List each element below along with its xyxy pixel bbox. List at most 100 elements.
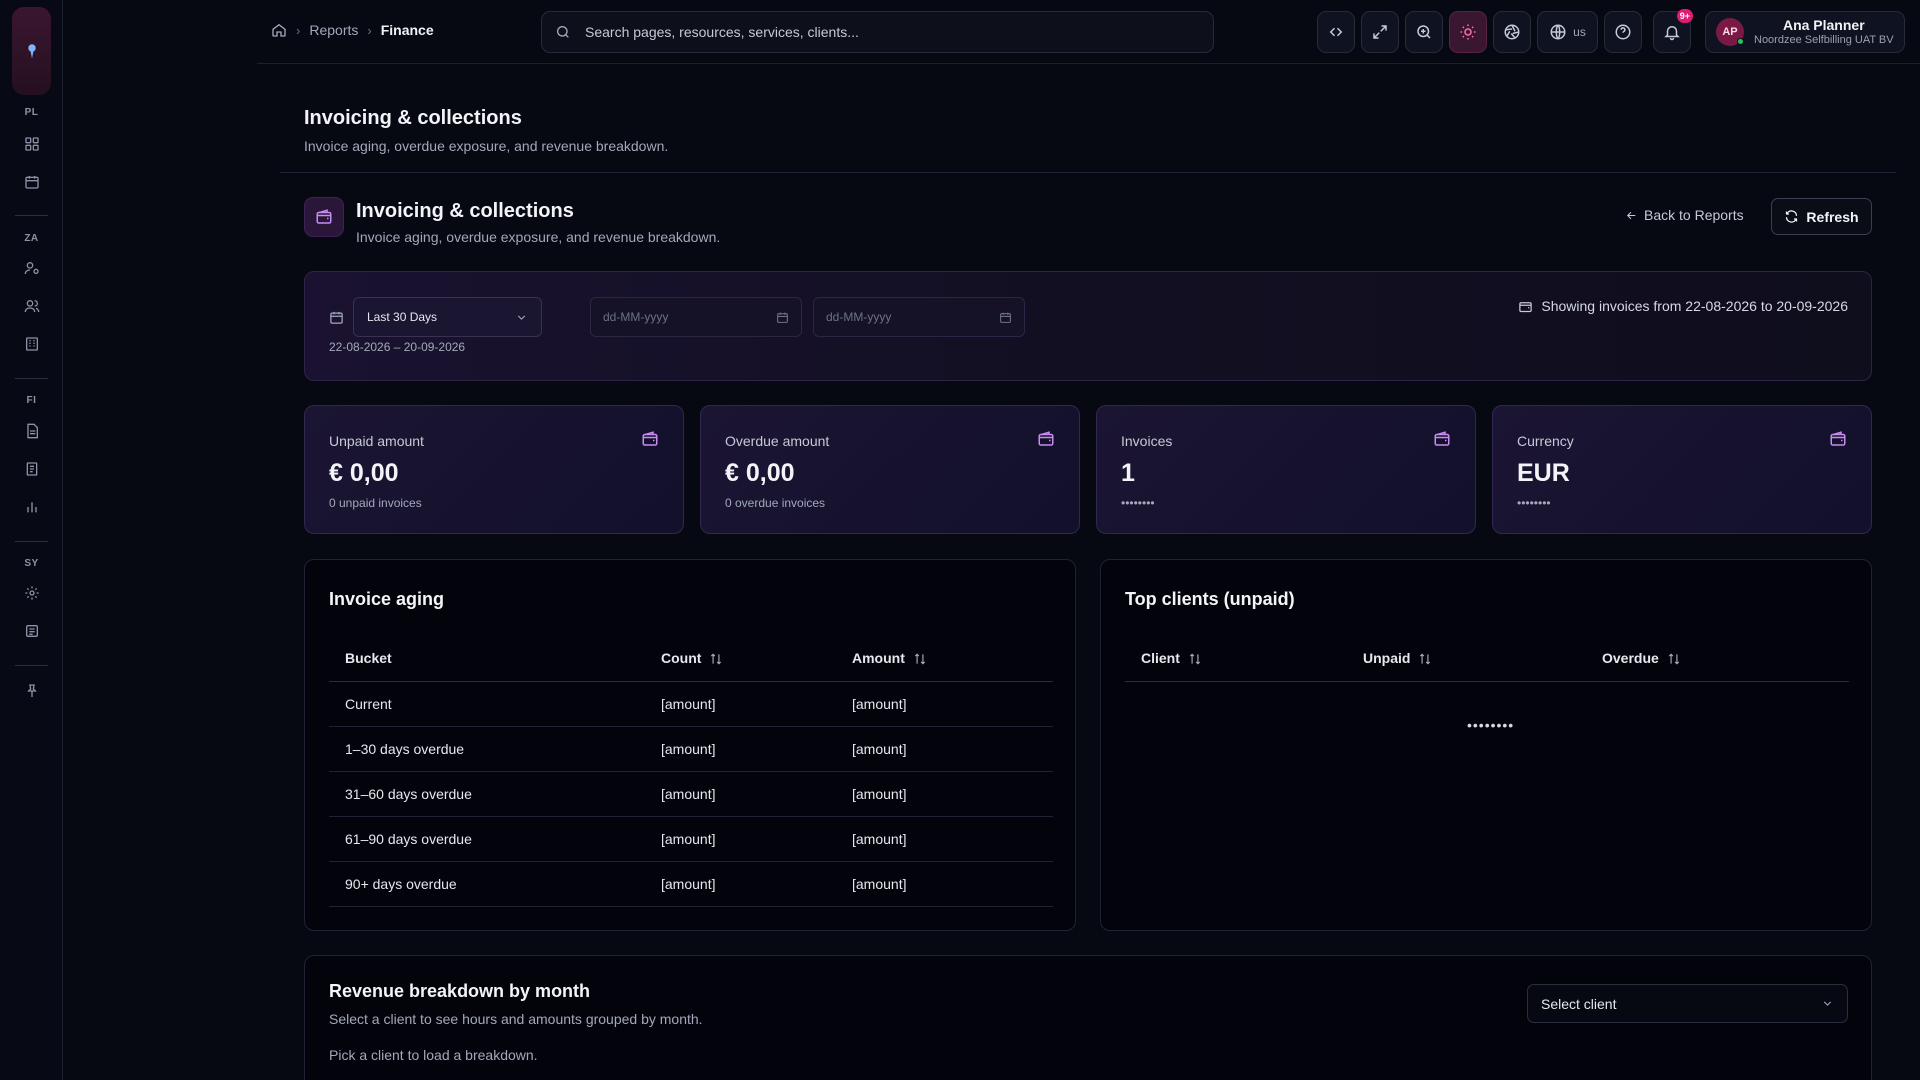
rail-section-pl: PL	[24, 107, 39, 118]
section-subtitle: Invoice aging, overdue exposure, and rev…	[356, 229, 721, 245]
cell-count: [amount]	[645, 861, 836, 907]
panel-subtitle: Select a client to see hours and amounts…	[329, 1011, 703, 1027]
top-clients-panel: Top clients (unpaid) Client Unpaid Overd…	[1100, 559, 1872, 931]
stat-label: Invoices	[1121, 433, 1173, 449]
cell-count: [amount]	[645, 771, 836, 817]
building-icon[interactable]	[21, 333, 43, 355]
refresh-label: Refresh	[1806, 208, 1859, 225]
cell-bucket: 1–30 days overdue	[329, 726, 645, 772]
from-date-input[interactable]: dd-MM-yyyy	[590, 297, 802, 337]
period-select-value: Last 30 Days	[367, 310, 438, 324]
stat-subtext: ••••••••	[1121, 496, 1155, 510]
theme-toggle-button[interactable]	[1449, 11, 1487, 53]
wallet-icon	[1829, 430, 1847, 453]
search-input[interactable]: Search pages, resources, services, clien…	[585, 24, 859, 40]
zoom-button[interactable]	[1405, 11, 1443, 53]
help-button[interactable]	[1604, 11, 1642, 53]
rail-divider	[15, 378, 48, 379]
column-header-unpaid[interactable]: Unpaid	[1347, 636, 1586, 682]
back-to-reports-link[interactable]: Back to Reports	[1625, 207, 1744, 223]
cell-bucket: Current	[329, 681, 645, 727]
breadcrumb-separator: ›	[367, 22, 372, 38]
user-settings-icon[interactable]	[21, 257, 43, 279]
to-date-placeholder: dd-MM-yyyy	[826, 310, 892, 324]
invoice-icon[interactable]	[21, 420, 43, 442]
sort-icon[interactable]	[709, 652, 723, 666]
aging-table: Bucket Count Amount Current [amount] [amou…	[329, 636, 1053, 907]
from-date-placeholder: dd-MM-yyyy	[603, 310, 669, 324]
refresh-button[interactable]: Refresh	[1771, 198, 1872, 235]
sort-icon[interactable]	[913, 652, 927, 666]
cell-amount: [amount]	[836, 681, 1053, 727]
users-icon[interactable]	[21, 295, 43, 317]
notifications-button[interactable]: 9+	[1653, 9, 1693, 53]
collapse-sidebar-button[interactable]	[1317, 11, 1355, 53]
invoice-aging-panel: Invoice aging Bucket Count Amount Curren…	[304, 559, 1076, 931]
app-logo[interactable]	[12, 7, 51, 95]
stat-card-unpaid: Unpaid amount € 0,00 0 unpaid invoices	[304, 405, 684, 534]
panel-title: Revenue breakdown by month	[329, 981, 591, 1001]
column-header-amount[interactable]: Amount	[836, 636, 1053, 682]
stat-card-overdue: Overdue amount € 0,00 0 overdue invoices	[700, 405, 1080, 534]
receipt-icon[interactable]	[21, 458, 43, 480]
column-header-client[interactable]: Client	[1125, 636, 1347, 682]
panel-title: Invoice aging	[329, 589, 445, 609]
rail-divider	[15, 541, 48, 542]
top-bar: › Reports › Finance Search pages, resour…	[257, 0, 1920, 64]
calendar-icon	[329, 310, 344, 330]
column-header-overdue[interactable]: Overdue	[1586, 636, 1849, 682]
period-select[interactable]: Last 30 Days	[353, 297, 542, 337]
client-select[interactable]: Select client	[1527, 984, 1848, 1023]
home-icon[interactable]	[271, 22, 287, 38]
column-header-bucket: Bucket	[329, 636, 645, 682]
wallet-icon	[304, 197, 344, 237]
selected-date-range: 22-08-2026 – 20-09-2026	[329, 340, 466, 354]
search-icon	[557, 26, 569, 38]
stat-subtext: ••••••••	[1517, 496, 1551, 510]
fullscreen-button[interactable]	[1361, 11, 1399, 53]
dashboard-icon[interactable]	[21, 133, 43, 155]
table-header-row: Bucket Count Amount	[329, 636, 1053, 682]
back-to-reports-label: Back to Reports	[1644, 207, 1744, 223]
rail-section-za: ZA	[24, 233, 39, 244]
user-organization: Noordzee Selfbilling UAT BV	[1754, 34, 1894, 46]
cell-amount: [amount]	[836, 726, 1053, 772]
appearance-button[interactable]	[1493, 11, 1531, 53]
breadcrumb-separator: ›	[296, 22, 301, 38]
wallet-icon	[641, 430, 659, 453]
rail-section-sy: SY	[24, 558, 39, 569]
showing-range-text: Showing invoices from 22-08-2026 to 20-0…	[1518, 298, 1848, 314]
gear-icon[interactable]	[21, 582, 43, 604]
notification-count-badge: 9+	[1676, 9, 1693, 23]
wallet-icon	[1519, 301, 1533, 312]
chart-icon[interactable]	[21, 496, 43, 518]
cell-count: [amount]	[645, 816, 836, 862]
collapse-icon	[1329, 27, 1343, 37]
panel-title: Top clients (unpaid)	[1125, 589, 1295, 609]
global-search[interactable]: Search pages, resources, services, clien…	[541, 11, 1214, 53]
online-status-dot	[1737, 38, 1744, 45]
cell-amount: [amount]	[836, 861, 1053, 907]
calendar-icon[interactable]	[21, 171, 43, 193]
stat-value: € 0,00	[329, 459, 399, 487]
pin-icon[interactable]	[21, 680, 43, 702]
sort-icon[interactable]	[1188, 652, 1202, 666]
to-date-input[interactable]: dd-MM-yyyy	[813, 297, 1025, 337]
calendar-icon	[1000, 312, 1011, 323]
user-name: Ana Planner	[1782, 17, 1865, 33]
sort-icon[interactable]	[1418, 652, 1432, 666]
language-button[interactable]: us	[1537, 11, 1598, 53]
stat-subtext: 0 overdue invoices	[725, 496, 826, 510]
zoom-in-icon	[1417, 25, 1431, 39]
cell-bucket: 90+ days overdue	[329, 861, 645, 907]
page-title: Invoicing & collections	[304, 107, 522, 129]
page-subtitle: Invoice aging, overdue exposure, and rev…	[304, 138, 669, 154]
table-row: Current [amount] [amount]	[329, 681, 1053, 727]
showing-range-label: Showing invoices from 22-08-2026 to 20-0…	[1541, 298, 1848, 314]
column-header-count[interactable]: Count	[645, 636, 836, 682]
breadcrumb-reports[interactable]: Reports	[309, 22, 358, 38]
cell-amount: [amount]	[836, 816, 1053, 862]
sort-icon[interactable]	[1667, 652, 1681, 666]
user-menu[interactable]: AP Ana Planner Noordzee Selfbilling UAT …	[1705, 11, 1905, 53]
logs-icon[interactable]	[21, 620, 43, 642]
